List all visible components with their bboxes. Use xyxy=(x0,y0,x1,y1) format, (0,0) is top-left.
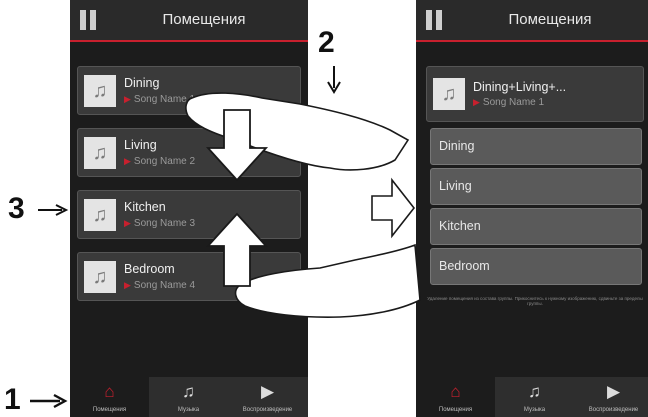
callout-1: 1 xyxy=(4,383,21,416)
arrow-right-icon xyxy=(371,177,416,239)
callout-2: 2 xyxy=(318,26,335,59)
callout-3: 3 xyxy=(8,192,25,225)
gesture-overlay xyxy=(30,66,421,409)
callout-arrow-1 xyxy=(30,393,68,409)
hand-bottom-illustration xyxy=(234,243,421,318)
callout-arrow-3 xyxy=(38,204,69,216)
callout-arrow-2 xyxy=(327,66,341,94)
arrow-up-icon xyxy=(205,212,269,287)
